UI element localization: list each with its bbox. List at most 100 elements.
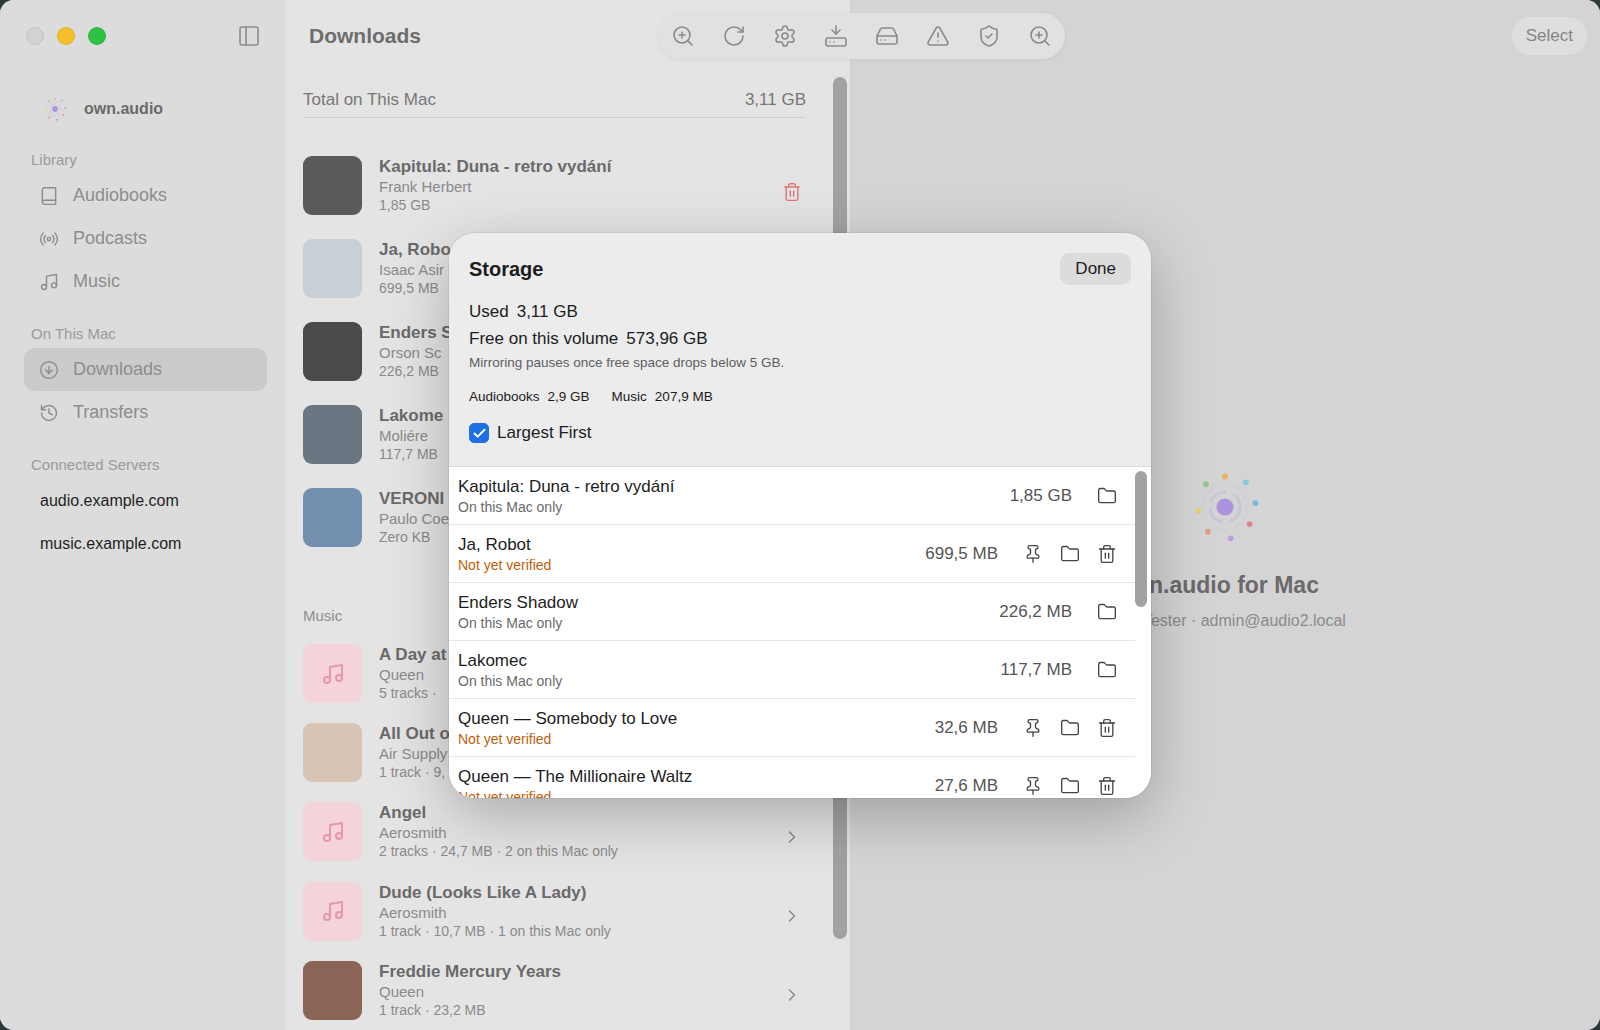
- storage-size: 699,5 MB: [925, 544, 998, 564]
- disclosure[interactable]: [782, 827, 802, 847]
- folder-icon[interactable]: [1097, 660, 1117, 680]
- audiobook-text: Ja, RoboIsaac Asir699,5 MB: [379, 239, 451, 297]
- refresh-icon[interactable]: [722, 24, 746, 48]
- pin-button[interactable]: [1023, 776, 1043, 796]
- zoom-window-button[interactable]: [88, 27, 106, 45]
- storage-row[interactable]: Kapitula: Duna - retro vydáníOn this Mac…: [449, 467, 1135, 525]
- storage-icon[interactable]: [875, 24, 899, 48]
- storage-sheet: StorageDoneUsed3,11 GBFree on this volum…: [449, 233, 1151, 798]
- checkbox-box[interactable]: [469, 423, 489, 443]
- chevron-icon[interactable]: [782, 985, 802, 1005]
- pin-icon[interactable]: [1023, 718, 1043, 738]
- settings-icon[interactable]: [773, 24, 797, 48]
- storage-row-text: Enders ShadowOn this Mac only: [458, 592, 999, 632]
- minimize-window-button[interactable]: [57, 27, 75, 45]
- sidebar-list: audio.example.commusic.example.com: [0, 479, 286, 565]
- sidebar-toggle[interactable]: [237, 24, 261, 48]
- sidebar-item[interactable]: Transfers: [24, 391, 267, 434]
- sidebar-item[interactable]: audio.example.com: [24, 479, 267, 522]
- mirroring-note: Mirroring pauses once free space drops b…: [469, 354, 1131, 371]
- toolbar-button[interactable]: [875, 24, 899, 48]
- music-row[interactable]: Freddie Mercury YearsQueen1 track · 23,2…: [303, 951, 806, 1030]
- delete-button[interactable]: [1097, 544, 1117, 564]
- trash-icon[interactable]: [782, 182, 802, 202]
- storage-row[interactable]: Ja, RobotNot yet verified699,5 MB: [449, 525, 1135, 583]
- storage-row-text: Queen — The Millionaire WaltzNot yet ver…: [458, 766, 935, 799]
- reveal-button[interactable]: [1097, 660, 1117, 680]
- select-button[interactable]: Select: [1512, 17, 1587, 55]
- reveal-button[interactable]: [1097, 486, 1117, 506]
- reveal-button[interactable]: [1060, 544, 1080, 564]
- storage-scrollbar-thumb[interactable]: [1135, 471, 1147, 607]
- pin-icon[interactable]: [1023, 544, 1043, 564]
- verify-icon[interactable]: [977, 24, 1001, 48]
- pin-icon[interactable]: [1023, 776, 1043, 796]
- sidebar-item[interactable]: music.example.com: [24, 522, 267, 565]
- disclosure[interactable]: [782, 906, 802, 926]
- toolbar-button[interactable]: [824, 24, 848, 48]
- cover-art: [303, 488, 362, 547]
- delete-button[interactable]: [1097, 718, 1117, 738]
- storage-size: 226,2 MB: [999, 602, 1072, 622]
- app-name: own.audio: [84, 100, 163, 118]
- toolbar-button[interactable]: [977, 24, 1001, 48]
- delete-button[interactable]: [1097, 776, 1117, 796]
- audiobook-text: VERONIPaulo CoeZero KB: [379, 488, 449, 546]
- music-icon: [39, 272, 59, 292]
- toolbar-button[interactable]: [1028, 24, 1052, 48]
- storage-rows: Kapitula: Duna - retro vydáníOn this Mac…: [449, 467, 1135, 798]
- close-window-button: [26, 27, 44, 45]
- folder-icon[interactable]: [1060, 544, 1080, 564]
- pin-button[interactable]: [1023, 718, 1043, 738]
- zoom-icon[interactable]: [1028, 24, 1052, 48]
- storage-row[interactable]: Queen — Somebody to LoveNot yet verified…: [449, 699, 1135, 757]
- cover-art: [303, 644, 362, 703]
- storage-scrollbar[interactable]: [1135, 467, 1147, 798]
- storage-row[interactable]: LakomecOn this Mac only117,7 MB: [449, 641, 1135, 699]
- toolbar-button[interactable]: [671, 24, 695, 48]
- sidebar-item[interactable]: Music: [24, 260, 267, 303]
- chevron-icon[interactable]: [782, 906, 802, 926]
- toolbar-button[interactable]: [773, 24, 797, 48]
- checkmark-icon: [472, 426, 487, 441]
- warning-icon[interactable]: [926, 24, 950, 48]
- folder-icon[interactable]: [1060, 718, 1080, 738]
- downloads-icon: [39, 360, 59, 380]
- disclosure[interactable]: [782, 985, 802, 1005]
- reveal-button[interactable]: [1097, 602, 1117, 622]
- folder-icon[interactable]: [1097, 486, 1117, 506]
- music-row[interactable]: AngelAerosmith2 tracks · 24,7 MB · 2 on …: [303, 792, 806, 871]
- reveal-button[interactable]: [1060, 718, 1080, 738]
- reveal-button[interactable]: [1060, 776, 1080, 796]
- done-button[interactable]: Done: [1060, 253, 1131, 285]
- pin-button[interactable]: [1023, 544, 1043, 564]
- sidebar-item[interactable]: Podcasts: [24, 217, 267, 260]
- zoom-icon[interactable]: [671, 24, 695, 48]
- storage-row[interactable]: Queen — The Millionaire WaltzNot yet ver…: [449, 757, 1135, 798]
- folder-icon[interactable]: [1060, 776, 1080, 796]
- chevron-icon[interactable]: [782, 827, 802, 847]
- audiobook-text: Kapitula: Duna - retro vydáníFrank Herbe…: [379, 156, 611, 214]
- folder-icon[interactable]: [1097, 602, 1117, 622]
- storage-title: Storage: [469, 257, 543, 281]
- sidebar-toggle-icon[interactable]: [237, 24, 261, 48]
- sidebar-item[interactable]: Audiobooks: [24, 174, 267, 217]
- sidebar-item[interactable]: Downloads: [24, 348, 267, 391]
- music-row[interactable]: Dude (Looks Like A Lady)Aerosmith1 track…: [303, 872, 806, 951]
- trash-icon[interactable]: [1097, 718, 1117, 738]
- trash-icon[interactable]: [1097, 776, 1117, 796]
- trash-icon[interactable]: [1097, 544, 1117, 564]
- storage-row-text: LakomecOn this Mac only: [458, 650, 1000, 690]
- toolbar-button[interactable]: [926, 24, 950, 48]
- music-note-icon: [321, 899, 345, 923]
- largest-first-checkbox[interactable]: Largest First: [469, 421, 1131, 445]
- download-icon[interactable]: [824, 24, 848, 48]
- app-logo-icon: [1187, 469, 1263, 545]
- total-row: Total on This Mac3,11 GB: [303, 82, 806, 118]
- delete-button[interactable]: [782, 182, 802, 202]
- storage-row[interactable]: Enders ShadowOn this Mac only226,2 MB: [449, 583, 1135, 641]
- storage-size: 1,85 GB: [1010, 486, 1072, 506]
- breakdown-item: Music207,9 MB: [612, 388, 713, 405]
- audiobook-row[interactable]: Kapitula: Duna - retro vydáníFrank Herbe…: [303, 144, 806, 227]
- toolbar-button[interactable]: [722, 24, 746, 48]
